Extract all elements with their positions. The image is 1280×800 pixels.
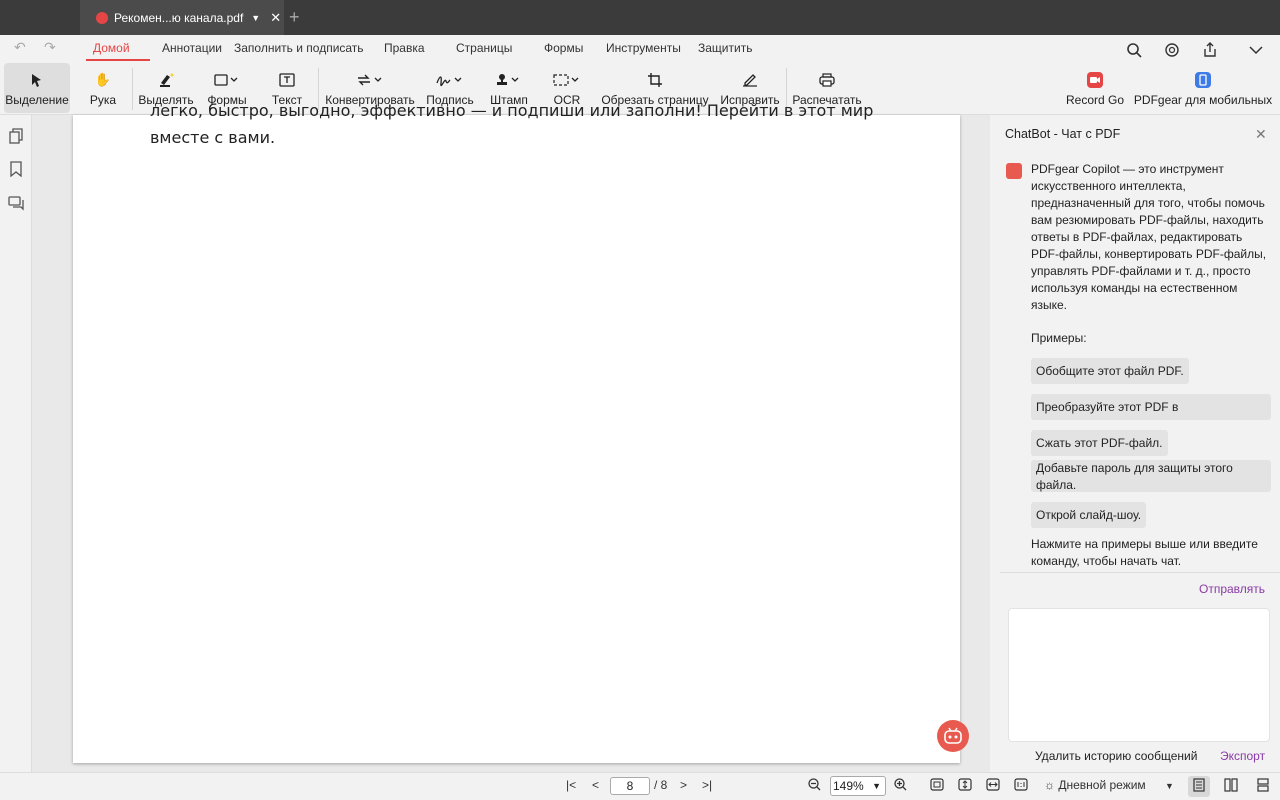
printer-icon — [819, 70, 835, 90]
menu-protect[interactable]: Защитить — [698, 41, 752, 55]
status-bar: |< < 8 / 8 > >| 149% ▼ ☼ Дневной режим ▼ — [0, 772, 1280, 800]
export-button[interactable]: Экспорт — [1220, 749, 1265, 763]
support-icon[interactable] — [1163, 41, 1181, 59]
comments-icon[interactable] — [8, 195, 24, 211]
rectangle-shape-icon — [214, 70, 240, 90]
convert-arrows-icon — [356, 70, 384, 90]
zoom-out-icon[interactable] — [808, 778, 821, 794]
close-icon[interactable]: ✕ — [1255, 126, 1267, 143]
pen-edit-icon — [742, 70, 758, 90]
two-page-view-icon[interactable] — [1224, 778, 1238, 795]
menu-fill-sign[interactable]: Заполнить и подписать — [234, 41, 364, 55]
day-mode-label: Дневной режим — [1058, 778, 1146, 792]
share-icon[interactable] — [1201, 41, 1219, 59]
menu-bar: ↶ ↷ Домой Аннотации Заполнить и подписат… — [0, 35, 1280, 63]
fit-page-icon[interactable] — [930, 778, 944, 794]
tab-bar: Рекомен...ю канала.pdf ▼ ✕ + — [0, 0, 1280, 35]
pages-thumbnails-icon[interactable] — [8, 128, 24, 144]
record-go-button[interactable]: Record Go — [1064, 63, 1126, 113]
menu-forms[interactable]: Формы — [544, 41, 583, 55]
zoom-in-icon[interactable] — [894, 778, 907, 794]
cursor-arrow-icon — [31, 70, 43, 90]
chat-panel-title: ChatBot - Чат с PDF — [1005, 127, 1121, 141]
close-tab-icon[interactable]: ✕ — [270, 10, 281, 26]
chatbot-robot-icon[interactable] — [937, 720, 969, 752]
select-tool-label: Выделение — [5, 92, 69, 107]
example-chip[interactable]: Преобразуйте этот PDF в — [1031, 394, 1271, 420]
chevron-down-icon[interactable] — [1247, 41, 1265, 59]
mobile-app-label: PDFgear для мобильных — [1133, 92, 1273, 107]
search-icon[interactable] — [1125, 41, 1143, 59]
page-text-line: легко, быстро, выгодно, эффективно — и п… — [150, 101, 874, 120]
copilot-avatar-icon — [1006, 163, 1022, 179]
menu-edit[interactable]: Правка — [384, 41, 425, 55]
mobile-phone-icon — [1195, 70, 1211, 90]
actual-size-icon[interactable] — [1014, 778, 1028, 794]
menu-annotations[interactable]: Аннотации — [162, 41, 222, 55]
chat-divider — [1000, 572, 1280, 573]
mobile-app-button[interactable]: PDFgear для мобильных — [1133, 63, 1273, 113]
page-text-line: вместе с вами. — [150, 128, 276, 147]
zoom-value: 149% — [833, 779, 864, 793]
hand-tool-button[interactable]: ✋ Рука — [80, 63, 126, 113]
hand-tool-label: Рука — [89, 92, 117, 107]
menu-home[interactable]: Домой — [93, 41, 130, 55]
record-camera-icon — [1087, 70, 1103, 90]
page-total: / 8 — [654, 778, 668, 792]
next-page-icon[interactable]: > — [680, 778, 687, 792]
pdf-file-icon — [96, 11, 108, 24]
crop-icon — [648, 70, 662, 90]
day-mode-selector[interactable]: ☼ Дневной режим ▼ — [1044, 778, 1174, 792]
bookmark-icon[interactable] — [8, 161, 24, 178]
example-chip[interactable]: Открой слайд-шоу. — [1031, 502, 1147, 528]
chat-hint-text: Нажмите на примеры выше или введите кома… — [1031, 537, 1258, 568]
hand-icon: ✋ — [94, 71, 112, 87]
fit-height-icon[interactable] — [958, 778, 972, 794]
highlighter-icon — [158, 70, 174, 90]
clear-history-button[interactable]: Удалить историю сообщений — [1035, 749, 1197, 763]
redo-icon[interactable]: ↷ — [44, 39, 56, 56]
signature-icon — [436, 70, 464, 90]
record-go-label: Record Go — [1065, 92, 1125, 107]
menu-tools[interactable]: Инструменты — [606, 41, 681, 55]
document-tab[interactable]: Рекомен...ю канала.pdf ▼ ✕ — [80, 0, 284, 35]
example-chip[interactable]: Обобщите этот файл PDF. — [1031, 358, 1189, 384]
single-page-view-icon[interactable] — [1193, 778, 1205, 795]
document-tab-title: Рекомен...ю канала.pdf — [114, 10, 244, 25]
left-sidebar — [0, 115, 32, 772]
chevron-down-icon: ▼ — [872, 781, 881, 791]
sun-icon: ☼ — [1044, 778, 1055, 792]
menu-pages[interactable]: Страницы — [456, 41, 512, 55]
pdf-page[interactable]: легко, быстро, выгодно, эффективно — и п… — [73, 101, 960, 763]
fit-width-icon[interactable] — [986, 778, 1000, 794]
panel-splitter[interactable] — [990, 115, 1000, 772]
last-page-icon[interactable]: >| — [702, 778, 712, 792]
undo-icon[interactable]: ↶ — [14, 39, 26, 56]
prev-page-icon[interactable]: < — [592, 778, 599, 792]
chevron-down-icon: ▼ — [1165, 781, 1174, 791]
chevron-down-icon[interactable]: ▼ — [251, 13, 260, 23]
copilot-intro-message: PDFgear Copilot — это инструмент искусст… — [1031, 162, 1267, 312]
examples-label: Примеры: — [1031, 331, 1087, 345]
continuous-view-icon[interactable] — [1256, 778, 1270, 795]
toolbar-separator — [132, 68, 133, 110]
example-chip[interactable]: Сжать этот PDF-файл. — [1031, 430, 1168, 456]
active-menu-indicator — [86, 59, 150, 61]
stamp-icon — [495, 70, 523, 90]
send-button[interactable]: Отправлять — [1199, 582, 1265, 596]
ocr-scan-icon — [553, 70, 581, 90]
example-chip[interactable]: Добавьте пароль для защиты этого файла. — [1031, 460, 1271, 492]
select-tool-button[interactable]: Выделение — [4, 63, 70, 113]
chat-input[interactable] — [1008, 608, 1270, 742]
document-viewer[interactable]: легко, быстро, выгодно, эффективно — и п… — [32, 101, 990, 772]
new-tab-icon[interactable]: + — [289, 7, 300, 28]
text-box-icon — [279, 70, 295, 90]
page-number-input[interactable]: 8 — [610, 777, 650, 795]
zoom-select[interactable]: 149% ▼ — [830, 776, 886, 796]
first-page-icon[interactable]: |< — [566, 778, 576, 792]
